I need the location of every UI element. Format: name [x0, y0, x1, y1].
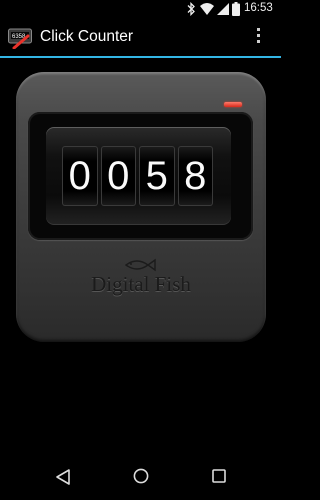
- app-bar: 6358 Click Counter: [0, 18, 281, 58]
- navigation-bar: [0, 454, 281, 500]
- reset-indicator[interactable]: [224, 102, 242, 107]
- cell-signal-icon: [217, 3, 229, 15]
- back-icon[interactable]: [56, 469, 70, 485]
- bluetooth-icon: [187, 2, 195, 16]
- status-time: 16:53: [244, 2, 273, 14]
- app-title: Click Counter: [40, 28, 134, 45]
- home-icon[interactable]: [133, 468, 149, 484]
- battery-icon: [232, 2, 240, 16]
- counter-digit-thousands: 0: [62, 146, 98, 206]
- wifi-icon: [200, 3, 214, 15]
- brand-name: Digital Fish: [91, 272, 191, 296]
- recents-icon[interactable]: [212, 469, 226, 483]
- counter-app-icon: 6358: [8, 28, 32, 49]
- counter-digit-hundreds: 0: [100, 146, 136, 206]
- overflow-menu-icon[interactable]: [256, 28, 262, 46]
- counter-display: 0 0 5 8: [62, 146, 213, 206]
- status-bar: 16:53: [0, 0, 281, 18]
- counter-device[interactable]: 0 0 5 8 Digital Fish: [16, 72, 266, 342]
- fish-logo-icon: [124, 258, 156, 272]
- counter-digit-tens: 5: [139, 146, 175, 206]
- counter-digit-ones: 8: [177, 146, 213, 206]
